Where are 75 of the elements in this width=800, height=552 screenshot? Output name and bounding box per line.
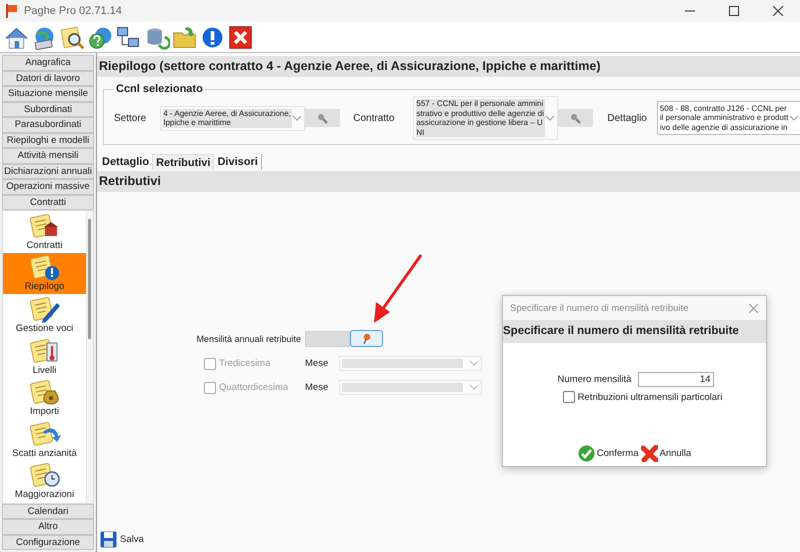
field-label: Dettaglio — [607, 112, 647, 124]
dialog-heading: Specificare il numero di mensilità retribuite — [503, 320, 766, 343]
dropdown[interactable]: 557 - CCNL per il personale amministrativo e produttivo delle agenzie di assicurazione in gestione libera – UNI — [413, 96, 558, 140]
flag-icon — [6, 4, 18, 18]
sidebar-section-button[interactable]: Configurazione — [2, 534, 94, 550]
sidebar-section-button[interactable]: Dichiarazioni annuali — [2, 164, 94, 179]
field-label: Settore — [114, 112, 146, 124]
close-icon[interactable] — [773, 6, 783, 16]
input-field[interactable]: 14 — [638, 372, 714, 387]
pin-icon — [362, 333, 371, 344]
arrow — [374, 254, 422, 323]
checkbox-label: Retribuzioni ultramensili particolari — [578, 392, 722, 402]
x-icon — [640, 445, 658, 462]
sidebar-section-button[interactable]: Subordinati — [2, 102, 94, 117]
checkbox[interactable] — [562, 391, 575, 403]
close-icon[interactable] — [227, 24, 254, 50]
sidebar-item[interactable]: Importi — [3, 378, 86, 420]
sidebar-section-button[interactable]: Situazione mensile — [2, 86, 94, 102]
confirm-button[interactable]: Conferma — [578, 445, 638, 462]
checkbox-label: Quattordicesima — [219, 382, 288, 393]
sidebar-item[interactable]: Maggiorazioni — [3, 460, 86, 502]
sidebar-item[interactable]: Riepilogo — [3, 252, 86, 294]
field-label: Numero mensilità — [558, 374, 632, 385]
tab[interactable]: Retributivi — [152, 154, 214, 170]
tab[interactable]: Divisori — [214, 154, 262, 170]
money-bag-icon — [28, 378, 60, 406]
caret-icon — [788, 116, 799, 120]
field-label: Contratto — [353, 112, 394, 124]
field-label: Mese — [305, 382, 330, 393]
search-document-icon[interactable] — [59, 24, 86, 50]
document-icon — [28, 212, 60, 240]
caret-icon — [292, 116, 302, 120]
input-field[interactable] — [305, 330, 350, 346]
caret-icon — [469, 359, 479, 368]
clock-icon — [28, 461, 60, 490]
sidebar-section-button[interactable]: Contratti — [2, 194, 94, 210]
save-button[interactable]: Salva — [97, 531, 144, 552]
dropdown[interactable]: 4 - Agenzie Aeree, di Assicurazione, Ippiche e marittime — [160, 106, 306, 130]
search-button[interactable] — [305, 109, 340, 127]
sidebar-section-button[interactable]: Operazioni massive — [2, 179, 94, 194]
tab[interactable]: Dettaglio — [99, 154, 152, 170]
check-icon — [578, 445, 595, 462]
maximize-icon[interactable] — [729, 6, 739, 16]
info-icon — [28, 253, 60, 282]
curved-arrow-icon — [28, 420, 60, 448]
field-label: Mensilità annuali retribuite — [195, 334, 302, 344]
sidebar-item[interactable]: Scatti anzianità — [3, 419, 86, 461]
caret-icon — [545, 116, 556, 120]
field-label: Mese — [305, 358, 330, 369]
sidebar-section-button[interactable]: Datori di lavoro — [2, 70, 94, 86]
sidebar-section-button[interactable]: Attività mensili — [2, 148, 94, 164]
page-header: Riepilogo (settore contratto 4 - Agenzie Aeree, di Assicurazione, Ippiche e marittime) — [97, 56, 800, 77]
sidebar-section-button[interactable]: Parasubordinati — [2, 117, 94, 132]
sidebar-item[interactable]: Gestione voci — [3, 294, 86, 336]
scrollbar[interactable] — [86, 211, 93, 502]
group-title: Ccnl selezionato — [115, 83, 204, 95]
window-title: Paghe Pro 02.71.14 — [24, 5, 123, 17]
search-icon — [570, 112, 582, 124]
caret-icon — [469, 383, 479, 392]
search-button[interactable] — [558, 109, 594, 127]
dialog-title: Specificare il numero di mensilità retribuite — [510, 302, 690, 314]
pin-button[interactable] — [350, 330, 383, 347]
sidebar-item[interactable]: Contratti — [3, 211, 86, 253]
thermometer-icon — [28, 336, 60, 365]
sidebar-section-button[interactable]: Calendari — [2, 504, 94, 519]
search-icon — [317, 112, 328, 124]
sidebar-section-button[interactable]: Anagrafica — [2, 55, 94, 70]
cancel-button[interactable]: Annulla — [640, 445, 692, 462]
sidebar-item[interactable]: Livelli — [3, 336, 86, 378]
sidebar-section-button[interactable]: Altro — [2, 519, 94, 534]
section-header: Retributivi — [97, 171, 800, 192]
checkbox-label: Tredicesima — [219, 358, 270, 369]
pen-icon — [28, 294, 60, 323]
dropdown[interactable]: 508 - 88, contratto J126 - CCNL per il personale amministrativo e produttivo delle agenzie di assicurazione in — [656, 100, 800, 136]
sidebar-section-button[interactable]: Riepiloghi e modelli — [2, 132, 94, 148]
